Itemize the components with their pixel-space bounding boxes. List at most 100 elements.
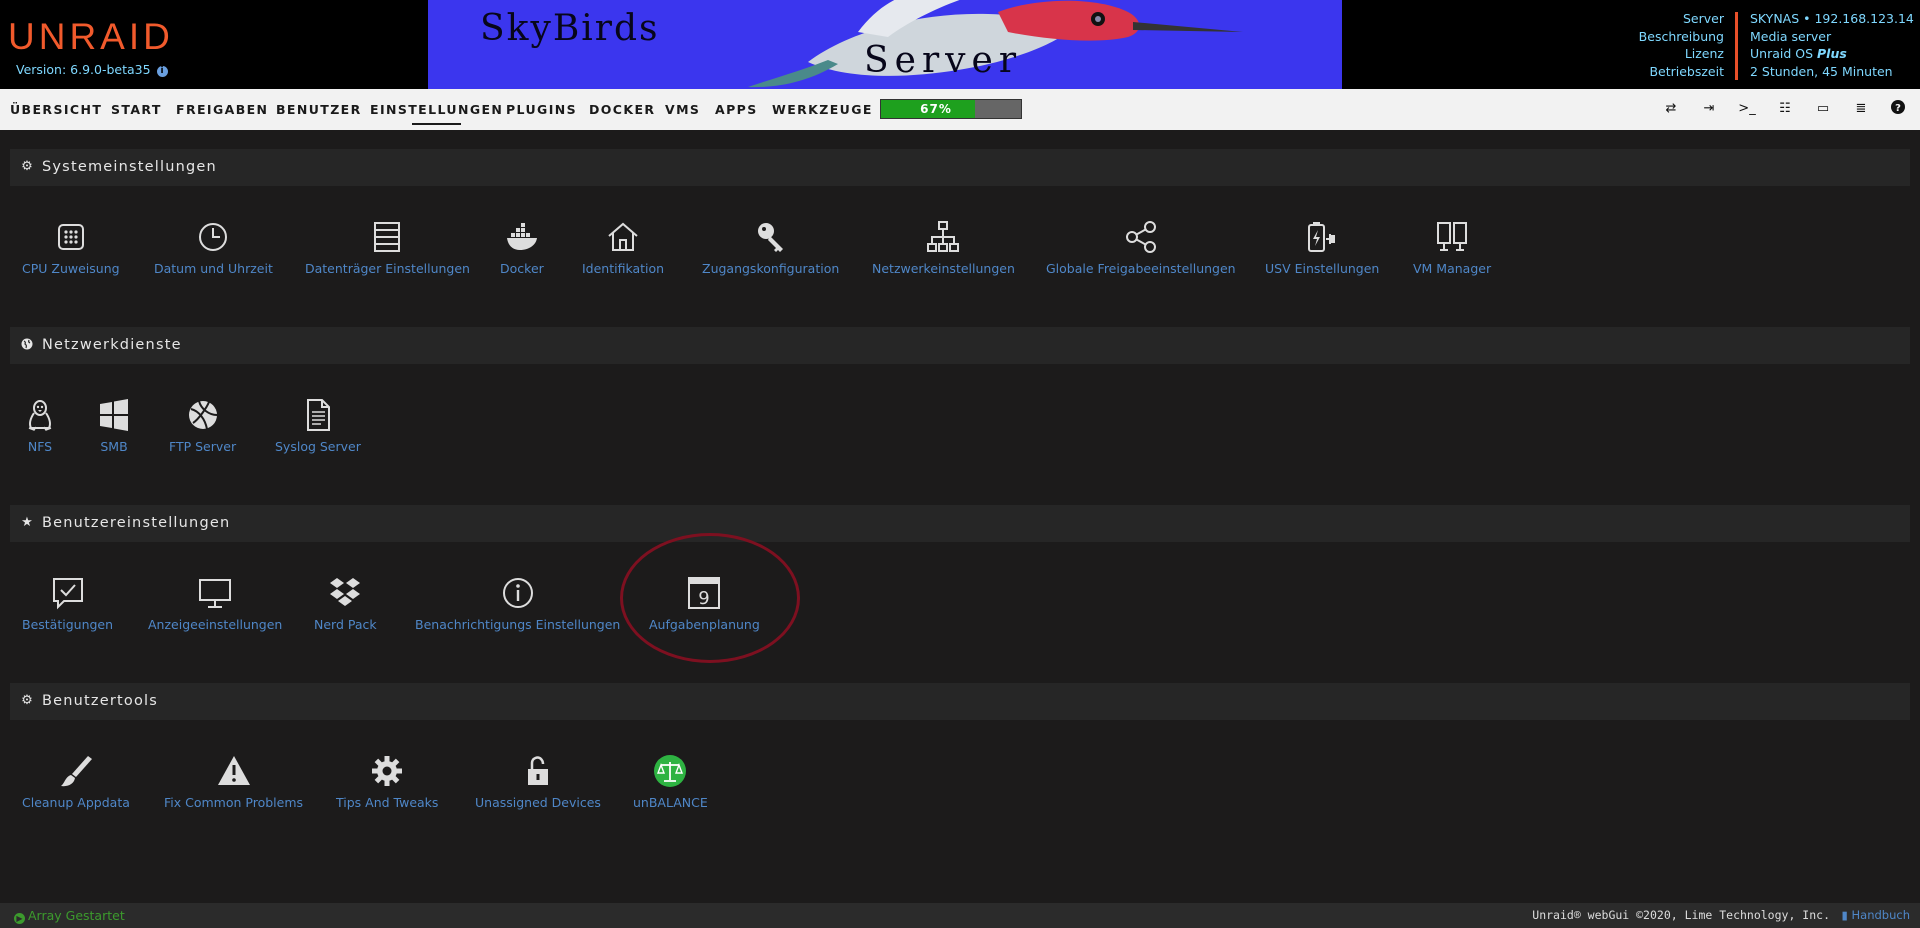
- tile-syslog-server[interactable]: Syslog Server: [275, 397, 361, 454]
- brush-icon: [60, 756, 92, 787]
- tile-cleanup-appdata[interactable]: Cleanup Appdata: [22, 753, 130, 810]
- globe-icon: [20, 338, 34, 352]
- section-user-settings: ★ Benutzereinstellungen: [10, 505, 1910, 542]
- warning-icon: [217, 756, 250, 785]
- section-system-settings: ⚙ Systemeinstellungen: [10, 149, 1910, 186]
- section-title: Benutzertools: [42, 693, 159, 709]
- server-description: Media server: [1750, 28, 1832, 44]
- tile-date-time[interactable]: Datum und Uhrzeit: [154, 219, 273, 276]
- section-title: Systemeinstellungen: [42, 159, 217, 175]
- tile-notification-settings[interactable]: Benachrichtigungs Einstellungen: [415, 575, 620, 632]
- tab-shares[interactable]: FREIGABEN: [176, 89, 268, 130]
- footer: ▶ Array Gestartet Unraid® webGui ©2020, L…: [0, 903, 1920, 928]
- tile-label: NFS: [27, 439, 53, 454]
- manual-link[interactable]: ▮ Handbuch: [1842, 903, 1910, 928]
- tile-identification[interactable]: Identifikation: [582, 219, 664, 276]
- manual-link-text: Handbuch: [1851, 908, 1910, 922]
- main-menu: ÜBERSICHT START FREIGABEN BENUTZER EINST…: [0, 89, 1920, 130]
- tile-nfs[interactable]: NFS: [22, 397, 58, 454]
- gear-icon: ⚙: [21, 159, 33, 174]
- tab-users[interactable]: BENUTZER: [276, 89, 362, 130]
- tile-label: Benachrichtigungs Einstellungen: [415, 617, 621, 632]
- license-tier: Plus: [1817, 46, 1847, 61]
- tile-label: FTP Server: [169, 439, 237, 454]
- unraid-logo[interactable]: UNRAID: [8, 18, 174, 55]
- home-icon: [608, 222, 638, 251]
- server-info-divider: [1735, 12, 1738, 80]
- document-icon: [306, 399, 330, 431]
- tile-label: USV Einstellungen: [1265, 261, 1380, 276]
- tile-ups-settings[interactable]: USV Einstellungen: [1265, 219, 1379, 276]
- version-label: Version: 6.9.0-beta35 i: [16, 62, 168, 77]
- tile-unbalance[interactable]: unBALANCE: [633, 753, 708, 810]
- tab-vms[interactable]: VMS: [665, 89, 700, 130]
- label-license: Lizenz: [1684, 46, 1724, 61]
- license-value[interactable]: Unraid OS Plus: [1750, 45, 1908, 63]
- cpu-load-bar[interactable]: 67%: [880, 99, 1022, 119]
- tile-smb[interactable]: SMB: [96, 397, 132, 454]
- tile-disk-settings[interactable]: Datenträger Einstellungen: [305, 219, 470, 276]
- gears-icon: ⚙: [21, 693, 33, 708]
- docker-icon: [506, 223, 537, 250]
- cpu-load-label: 67%: [920, 102, 952, 116]
- tab-overview[interactable]: ÜBERSICHT: [10, 89, 102, 130]
- play-icon: ▶: [14, 913, 25, 924]
- tab-docker[interactable]: DOCKER: [589, 89, 655, 130]
- tile-docker[interactable]: Docker: [500, 219, 544, 276]
- tile-tips-and-tweaks[interactable]: Tips And Tweaks: [336, 753, 438, 810]
- key-icon: [757, 223, 783, 252]
- tab-tools[interactable]: WERKZEUGE: [772, 89, 873, 130]
- battery-plug-icon: [1308, 222, 1336, 252]
- tile-vm-manager[interactable]: VM Manager: [1413, 219, 1491, 276]
- highlight-circle: [620, 533, 800, 663]
- unlock-icon: [527, 756, 548, 785]
- tile-label: unBALANCE: [633, 795, 708, 810]
- tile-label: Netzwerkeinstellungen: [872, 261, 1015, 276]
- tile-label: Tips And Tweaks: [336, 795, 439, 810]
- array-status-text: Array Gestartet: [28, 908, 125, 923]
- cog-icon: [372, 756, 403, 786]
- help-icon[interactable]: ?: [1889, 100, 1907, 118]
- logout-icon[interactable]: ⇥: [1700, 100, 1718, 118]
- tab-start[interactable]: START: [111, 89, 162, 130]
- network-icon: [927, 221, 960, 252]
- tile-label: Datenträger Einstellungen: [305, 261, 470, 276]
- label-description: Beschreibung: [1638, 28, 1724, 44]
- info-icon[interactable]: i: [156, 66, 168, 77]
- tile-nerd-pack[interactable]: Nerd Pack: [314, 575, 377, 632]
- tile-unassigned-devices[interactable]: Unassigned Devices: [475, 753, 601, 810]
- tile-fix-common-problems[interactable]: Fix Common Problems: [164, 753, 303, 810]
- tile-global-share-settings[interactable]: Globale Freigabeeinstellungen: [1046, 219, 1236, 276]
- display-icon[interactable]: ▭: [1814, 100, 1832, 118]
- label-uptime: Betriebszeit: [1649, 63, 1724, 79]
- section-user-tools: ⚙ Benutzertools: [10, 683, 1910, 720]
- tile-label: Globale Freigabeeinstellungen: [1046, 261, 1236, 276]
- tile-ftp-server[interactable]: FTP Server: [169, 397, 236, 454]
- tile-access-config[interactable]: Zugangskonfiguration: [702, 219, 839, 276]
- tile-network-settings[interactable]: Netzwerkeinstellungen: [872, 219, 1015, 276]
- tile-cpu-pinning[interactable]: CPU Zuweisung: [22, 219, 120, 276]
- tab-settings[interactable]: EINSTELLUNGEN: [370, 89, 503, 130]
- tile-display-settings[interactable]: Anzeigeeinstellungen: [148, 575, 282, 632]
- star-icon: ★: [21, 515, 33, 530]
- tile-label: Unassigned Devices: [475, 795, 601, 810]
- server-info: Server Beschreibung Lizenz Betriebszeit …: [1639, 10, 1914, 80]
- server-info-values: SKYNAS • 192.168.123.14 Media server Unr…: [1750, 10, 1914, 80]
- svg-text:?: ?: [1895, 103, 1901, 114]
- server-info-labels: Server Beschreibung Lizenz Betriebszeit: [1639, 10, 1724, 80]
- tab-plugins[interactable]: PLUGINS: [506, 89, 577, 130]
- tile-label: Zugangskonfiguration: [702, 261, 840, 276]
- tile-label: Syslog Server: [275, 439, 361, 454]
- array-status: ▶ Array Gestartet: [14, 903, 125, 928]
- log-icon[interactable]: ≣: [1852, 100, 1870, 118]
- terminal-icon[interactable]: >_: [1738, 100, 1756, 118]
- header: UNRAID Version: 6.9.0-beta35 i SkyBirds S…: [0, 0, 1920, 89]
- feedback-icon[interactable]: ☷: [1776, 100, 1794, 118]
- tab-apps[interactable]: APPS: [715, 89, 758, 130]
- switch-icon[interactable]: ⇄: [1662, 100, 1680, 118]
- copyright: Unraid® webGui ©2020, Lime Technology, I…: [1532, 908, 1830, 922]
- tile-label: Nerd Pack: [314, 617, 377, 632]
- globe-net-icon: [188, 400, 217, 430]
- share-icon: [1125, 221, 1156, 253]
- tile-confirmations[interactable]: Bestätigungen: [22, 575, 113, 632]
